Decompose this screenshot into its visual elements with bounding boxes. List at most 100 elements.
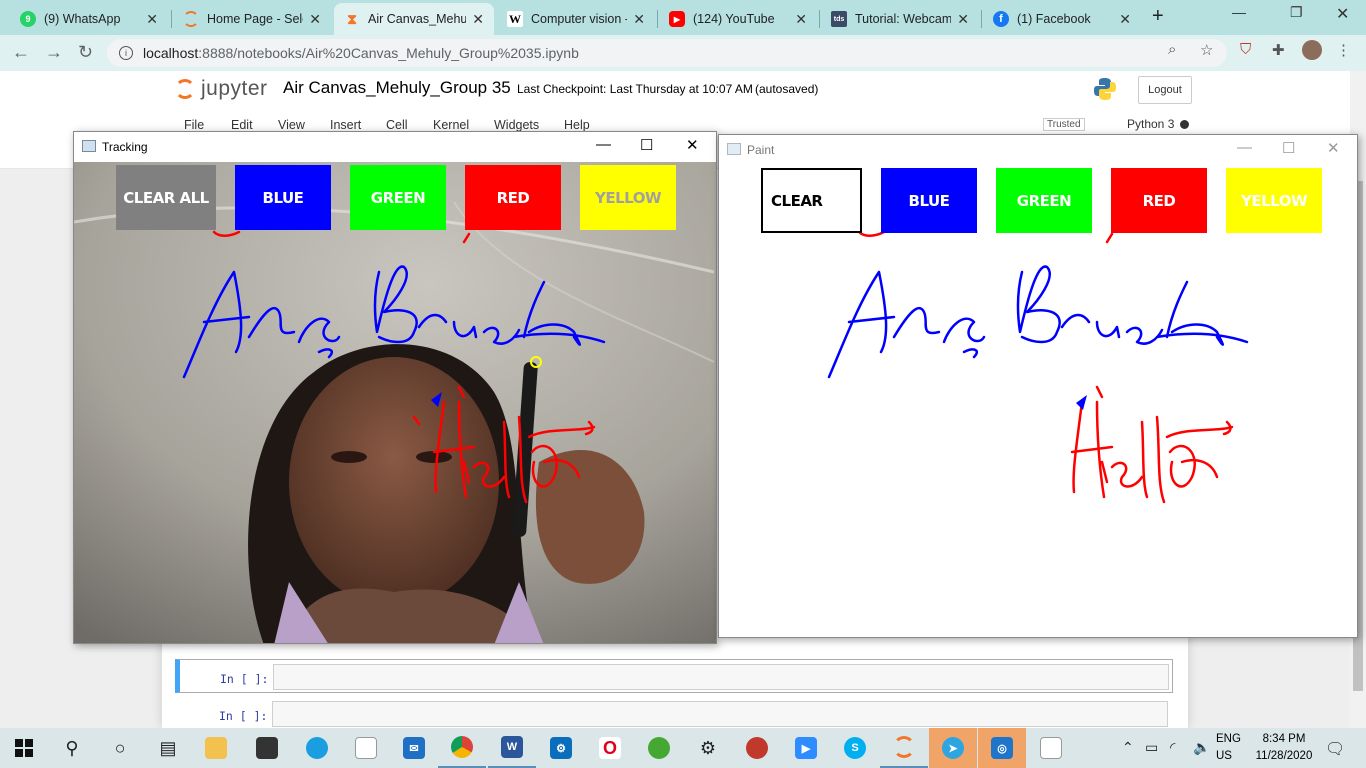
window-app-icon <box>727 143 741 155</box>
reload-icon[interactable]: ↻ <box>78 42 93 63</box>
menu-kernel[interactable]: Kernel <box>433 118 469 132</box>
tab-webcam-tutorial[interactable]: tds Tutorial: Webcam ✕ <box>821 3 979 35</box>
green-color-button[interactable]: GREEN <box>350 165 446 230</box>
start-button[interactable] <box>0 728 48 768</box>
trusted-badge[interactable]: Trusted <box>1043 118 1085 131</box>
menu-file[interactable]: File <box>184 118 204 132</box>
jupyter-taskbar-icon[interactable] <box>880 728 928 768</box>
close-icon[interactable]: ✕ <box>686 136 699 154</box>
clear-button[interactable]: CLEAR <box>761 168 862 233</box>
menu-insert[interactable]: Insert <box>330 118 361 132</box>
cell-input[interactable] <box>273 664 1169 690</box>
opencv-icon[interactable]: ◎ <box>978 728 1026 768</box>
cortana-icon[interactable]: ○ <box>96 728 144 768</box>
close-icon[interactable]: ✕ <box>957 11 969 28</box>
skype-icon[interactable]: S <box>831 728 879 768</box>
game-icon[interactable] <box>733 728 781 768</box>
youtube-icon: ▶ <box>669 11 685 27</box>
anaconda-icon[interactable] <box>635 728 683 768</box>
chrome-icon[interactable] <box>438 728 486 768</box>
store-icon[interactable] <box>243 728 291 768</box>
tab-whatsapp[interactable]: 9 (9) WhatsApp ✕ <box>10 3 168 35</box>
menu-cell[interactable]: Cell <box>386 118 408 132</box>
file-explorer-icon[interactable] <box>192 728 240 768</box>
restore-icon[interactable]: ❐ <box>1290 4 1303 21</box>
minimize-icon[interactable]: — <box>596 136 611 153</box>
tracking-window[interactable]: Tracking — ☐ ✕ CLEAR ALL BLUE GREEN RED … <box>73 131 717 644</box>
tds-icon: tds <box>831 11 847 27</box>
jupyter-logo[interactable]: jupyter <box>175 77 268 101</box>
telegram-icon[interactable]: ➤ <box>929 728 977 768</box>
wifi-icon[interactable]: ◜ <box>1170 739 1175 756</box>
maximize-icon[interactable]: ☐ <box>640 136 653 154</box>
close-window-icon[interactable]: ✕ <box>1336 4 1349 24</box>
blue-color-button[interactable]: BLUE <box>881 168 977 233</box>
logout-button[interactable]: Logout <box>1138 76 1192 104</box>
settings-app-icon[interactable]: ⚙ <box>537 728 585 768</box>
cell-input[interactable] <box>272 701 1168 727</box>
volume-icon[interactable]: 🔈 <box>1193 739 1210 756</box>
edge-icon[interactable] <box>293 728 341 768</box>
tab-computer-vision[interactable]: W Computer vision - ✕ <box>497 3 655 35</box>
checkpoint-status: Last Checkpoint: Last Thursday at 10:07 … <box>517 82 753 96</box>
close-icon[interactable]: ✕ <box>633 11 645 28</box>
new-tab-button[interactable]: + <box>1152 5 1164 28</box>
task-view-icon[interactable]: ▤ <box>144 728 192 768</box>
extension-shield-icon[interactable]: ⛉ <box>1240 41 1251 58</box>
paint-titlebar[interactable]: Paint — ☐ ✕ <box>719 135 1357 165</box>
battery-icon[interactable]: ▭ <box>1145 739 1158 756</box>
chrome-menu-icon[interactable]: ⋮ <box>1336 41 1351 59</box>
yellow-color-button[interactable]: YELLOW <box>1226 168 1322 233</box>
paint-window[interactable]: Paint — ☐ ✕ CLEAR BLUE GREEN RED YELLOW <box>718 134 1358 638</box>
red-color-button[interactable]: RED <box>465 165 561 230</box>
language-indicator[interactable]: ENG US <box>1216 731 1241 765</box>
extensions-puzzle-icon[interactable]: ✚ <box>1272 41 1285 59</box>
tab-facebook[interactable]: f (1) Facebook ✕ <box>983 3 1141 35</box>
tab-youtube[interactable]: ▶ (124) YouTube ✕ <box>659 3 817 35</box>
red-color-button[interactable]: RED <box>1111 168 1207 233</box>
address-bar[interactable]: i localhost:8888/notebooks/Air%20Canvas_… <box>107 39 1227 67</box>
show-hidden-icons-icon[interactable]: ⌃ <box>1122 739 1134 756</box>
close-icon[interactable]: ✕ <box>1119 11 1131 28</box>
menu-widgets[interactable]: Widgets <box>494 118 539 132</box>
code-cell[interactable]: In [ ]: <box>175 697 1173 731</box>
zoom-app-icon[interactable]: ▶ <box>782 728 830 768</box>
back-icon[interactable]: ← <box>12 42 30 63</box>
blue-color-button[interactable]: BLUE <box>235 165 331 230</box>
minimize-icon[interactable]: — <box>1232 4 1246 20</box>
minimize-icon[interactable]: — <box>1237 139 1252 156</box>
close-icon[interactable]: ✕ <box>795 11 807 28</box>
tracking-titlebar[interactable]: Tracking — ☐ ✕ <box>74 132 716 162</box>
mail-icon[interactable]: ✉ <box>390 728 438 768</box>
notifications-icon[interactable]: 🗨 <box>1325 739 1345 759</box>
menu-help[interactable]: Help <box>564 118 590 132</box>
tab-home-page[interactable]: Home Page - Sele ✕ <box>173 3 331 35</box>
maximize-icon[interactable]: ☐ <box>1282 139 1295 157</box>
bookmark-star-icon[interactable]: ☆ <box>1200 41 1213 59</box>
settings-icon[interactable]: ⚙ <box>684 728 732 768</box>
close-icon[interactable]: ✕ <box>1327 139 1340 157</box>
system-clock[interactable]: 8:34 PM 11/28/2020 <box>1252 731 1316 765</box>
menu-edit[interactable]: Edit <box>231 118 253 132</box>
zoom-icon[interactable]: ⌕ <box>1168 41 1176 58</box>
close-icon[interactable]: ✕ <box>146 11 158 28</box>
blank-doc-icon[interactable] <box>1027 728 1075 768</box>
word-icon[interactable]: W <box>488 728 536 768</box>
forward-icon[interactable]: → <box>45 42 63 63</box>
tab-air-canvas[interactable]: ⧗ Air Canvas_Mehuly ✕ <box>334 3 494 35</box>
kernel-status-icon <box>1180 120 1190 130</box>
close-icon[interactable]: ✕ <box>472 11 484 28</box>
yellow-color-button[interactable]: YELLOW <box>580 165 676 230</box>
menu-view[interactable]: View <box>278 118 305 132</box>
search-icon[interactable]: ⚲ <box>48 728 96 768</box>
profile-avatar[interactable] <box>1302 40 1322 60</box>
code-cell[interactable]: In [ ]: <box>175 659 1173 693</box>
close-icon[interactable]: ✕ <box>309 11 321 28</box>
notepad-icon[interactable] <box>342 728 390 768</box>
notebook-title[interactable]: Air Canvas_Mehuly_Group 35 <box>283 78 511 98</box>
info-icon[interactable]: i <box>119 46 133 60</box>
url-host: localhost <box>143 45 199 61</box>
green-color-button[interactable]: GREEN <box>996 168 1092 233</box>
clear-all-button[interactable]: CLEAR ALL <box>116 165 216 230</box>
opera-icon[interactable]: O <box>586 728 634 768</box>
